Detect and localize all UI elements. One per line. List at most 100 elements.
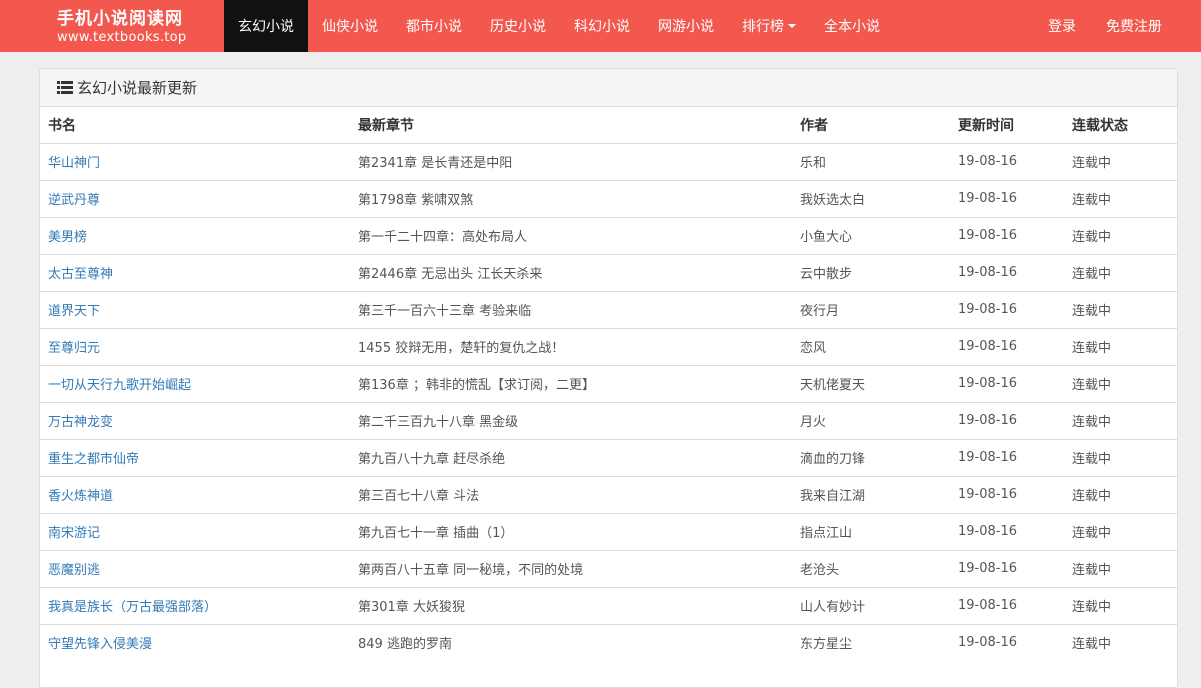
update-date: 19-08-16 xyxy=(958,413,1018,428)
book-title-link[interactable]: 重生之都市仙帝 xyxy=(48,452,139,467)
book-title-link[interactable]: 美男榜 xyxy=(48,230,87,245)
serial-status: 连载中 xyxy=(1072,267,1112,282)
author-name: 夜行月 xyxy=(800,304,840,319)
book-title-link[interactable]: 我真是族长（万古最强部落） xyxy=(48,600,217,615)
latest-chapter-cell: 第一千二十四章：高处布局人 xyxy=(350,216,792,254)
book-title-link[interactable]: 南宋游记 xyxy=(48,526,100,541)
nav-item-2[interactable]: 都市小说 xyxy=(392,0,476,52)
serial-status: 连载中 xyxy=(1072,415,1112,430)
book-title-link[interactable]: 华山神门 xyxy=(48,156,100,171)
update-date: 19-08-16 xyxy=(958,561,1018,576)
nav-item-4[interactable]: 科幻小说 xyxy=(560,0,644,52)
account-nav: 登录 免费注册 xyxy=(1033,0,1177,52)
latest-chapter: 第三百七十八章 斗法 xyxy=(358,489,480,504)
serial-status-cell: 连载中 xyxy=(1064,512,1177,550)
update-date: 19-08-16 xyxy=(958,376,1018,391)
author-name-cell: 天机佬夏天 xyxy=(792,364,950,402)
nav-item-3[interactable]: 历史小说 xyxy=(476,0,560,52)
novel-table: 书名 最新章节 作者 更新时间 连载状态 华山神门 第2341章 是长青还是中阳 乐… xyxy=(40,107,1177,661)
update-date: 19-08-16 xyxy=(958,598,1018,613)
update-date: 19-08-16 xyxy=(958,154,1018,169)
serial-status-cell: 连载中 xyxy=(1064,142,1177,180)
author-name: 云中散步 xyxy=(800,267,853,282)
nav-item-label: 玄幻小说 xyxy=(238,19,294,35)
site-logo[interactable]: 手机小说阅读网 www.textbooks.top xyxy=(0,0,224,52)
serial-status: 连载中 xyxy=(1072,156,1112,171)
site-url: www.textbooks.top xyxy=(57,30,187,45)
nav-item-label: 科幻小说 xyxy=(574,19,630,35)
nav-item-6[interactable]: 排行榜 xyxy=(728,0,810,52)
update-date: 19-08-16 xyxy=(958,635,1018,651)
top-navbar: 手机小说阅读网 www.textbooks.top 玄幻小说 仙侠小说 都市小说 历史… xyxy=(0,0,1201,52)
nav-item-1[interactable]: 仙侠小说 xyxy=(308,0,392,52)
author-name: 小鱼大心 xyxy=(800,230,853,245)
latest-chapter-cell: 第136章 ；韩非的慌乱【求订阅，二更】 xyxy=(350,364,792,402)
update-date-cell: 19-08-16 xyxy=(950,438,1064,476)
serial-status: 连载中 xyxy=(1072,600,1112,615)
book-title-link[interactable]: 太古至尊神 xyxy=(48,267,113,282)
book-title-link[interactable]: 守望先锋入侵美漫 xyxy=(48,637,152,652)
header-chapter: 最新章节 xyxy=(350,107,792,144)
author-name-cell: 我妖选太白 xyxy=(792,179,950,217)
latest-chapter-cell: 第2341章 是长青还是中阳 xyxy=(350,142,792,180)
author-name: 我妖选太白 xyxy=(800,193,866,208)
nav-item-label: 历史小说 xyxy=(490,19,546,35)
nav-item-label: 都市小说 xyxy=(406,19,462,35)
serial-status-cell: 连载中 xyxy=(1064,586,1177,624)
latest-updates-panel: 玄幻小说最新更新 书名 最新章节 作者 更新时间 连载状态 华山神门 第2341章… xyxy=(39,68,1178,688)
table-row: 香火炼神道 第三百七十八章 斗法 我来自江湖 19-08-16 连载中 xyxy=(40,475,1177,513)
nav-item-0[interactable]: 玄幻小说 xyxy=(224,0,308,52)
nav-item-5[interactable]: 网游小说 xyxy=(644,0,728,52)
author-name-cell: 恋风 xyxy=(792,327,950,365)
author-name: 我来自江湖 xyxy=(800,489,866,504)
book-title-cell: 太古至尊神 xyxy=(40,253,350,291)
latest-chapter: 第136章 ；韩非的慌乱【求订阅，二更】 xyxy=(358,378,595,393)
book-title-link[interactable]: 万古神龙变 xyxy=(48,415,113,430)
book-title-link[interactable]: 恶魔别逃 xyxy=(48,563,100,578)
book-title-link[interactable]: 香火炼神道 xyxy=(48,489,113,504)
book-title-cell: 华山神门 xyxy=(40,142,350,180)
update-date-cell: 19-08-16 xyxy=(950,253,1064,291)
table-row: 逆武丹尊 第1798章 紫啸双煞 我妖选太白 19-08-16 连载中 xyxy=(40,179,1177,217)
update-date: 19-08-16 xyxy=(958,302,1018,317)
author-name-cell: 山人有妙计 xyxy=(792,586,950,624)
serial-status-cell: 连载中 xyxy=(1064,364,1177,402)
serial-status-cell: 连载中 xyxy=(1064,623,1177,661)
update-date-cell: 19-08-16 xyxy=(950,549,1064,587)
update-date-cell: 19-08-16 xyxy=(950,623,1064,661)
update-date-cell: 19-08-16 xyxy=(950,586,1064,624)
serial-status: 连载中 xyxy=(1072,341,1112,356)
table-row: 美男榜 第一千二十四章：高处布局人 小鱼大心 19-08-16 连载中 xyxy=(40,216,1177,254)
table-row: 南宋游记 第九百七十一章 插曲（1） 指点江山 19-08-16 连载中 xyxy=(40,512,1177,550)
author-name-cell: 我来自江湖 xyxy=(792,475,950,513)
book-title-cell: 至尊归元 xyxy=(40,327,350,365)
table-row: 太古至尊神 第2446章 无忌出头 江长天杀来 云中散步 19-08-16 连载中 xyxy=(40,253,1177,291)
latest-chapter: 第九百七十一章 插曲（1） xyxy=(358,526,514,541)
latest-chapter: 1455 狡辩无用，楚轩的复仇之战！ xyxy=(358,341,565,356)
update-date: 19-08-16 xyxy=(958,450,1018,465)
serial-status-cell: 连载中 xyxy=(1064,216,1177,254)
book-title-cell: 南宋游记 xyxy=(40,512,350,550)
author-name: 恋风 xyxy=(800,341,827,356)
book-title-link[interactable]: 一切从天行九歌开始崛起 xyxy=(48,378,191,393)
register-link[interactable]: 免费注册 xyxy=(1091,0,1177,52)
author-name-cell: 东方星尘 xyxy=(792,623,950,661)
table-row: 守望先锋入侵美漫 849 逃跑的罗南 东方星尘 19-08-16 连载中 xyxy=(40,623,1177,661)
author-name-cell: 滴血的刀锋 xyxy=(792,438,950,476)
update-date-cell: 19-08-16 xyxy=(950,401,1064,439)
book-title-link[interactable]: 逆武丹尊 xyxy=(48,193,100,208)
table-row: 一切从天行九歌开始崛起 第136章 ；韩非的慌乱【求订阅，二更】 天机佬夏天 19-0… xyxy=(40,364,1177,402)
update-date-cell: 19-08-16 xyxy=(950,290,1064,328)
nav-item-label: 全本小说 xyxy=(824,19,880,35)
nav-item-7[interactable]: 全本小说 xyxy=(810,0,894,52)
book-title-cell: 重生之都市仙帝 xyxy=(40,438,350,476)
latest-chapter-cell: 第2446章 无忌出头 江长天杀来 xyxy=(350,253,792,291)
book-title-link[interactable]: 至尊归元 xyxy=(48,341,100,356)
latest-chapter: 第2446章 无忌出头 江长天杀来 xyxy=(358,267,543,282)
caret-down-icon xyxy=(788,24,796,28)
latest-chapter-cell: 第三千一百六十三章 考验来临 xyxy=(350,290,792,328)
author-name-cell: 乐和 xyxy=(792,142,950,180)
book-title-link[interactable]: 道界天下 xyxy=(48,304,100,319)
author-name-cell: 老沧头 xyxy=(792,549,950,587)
login-link[interactable]: 登录 xyxy=(1033,0,1091,52)
